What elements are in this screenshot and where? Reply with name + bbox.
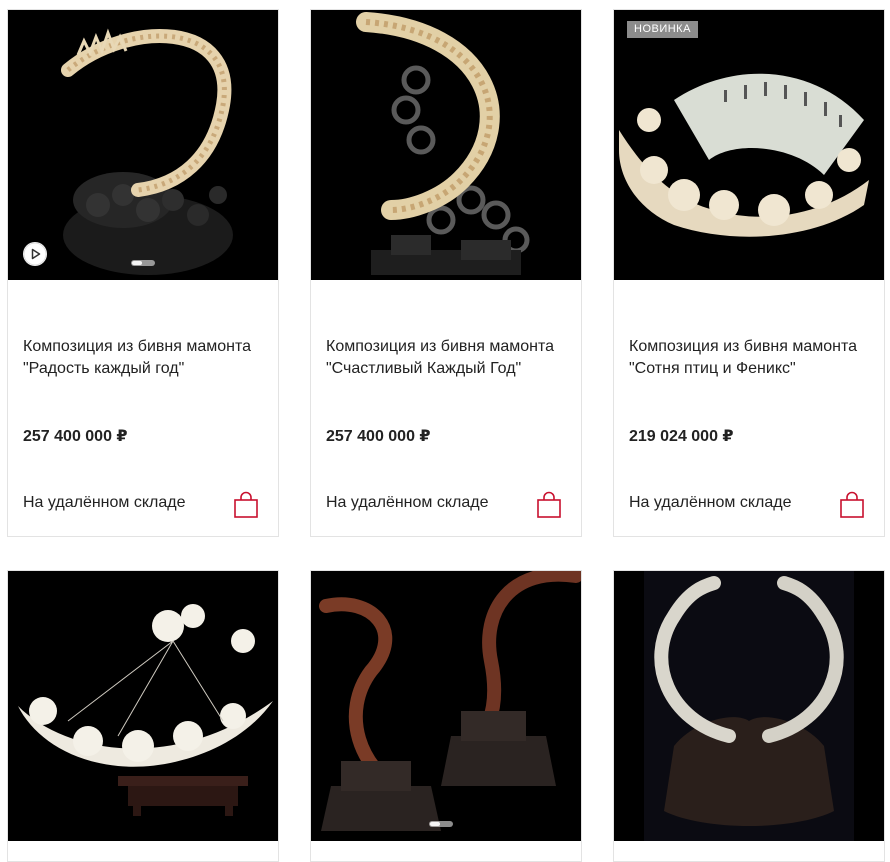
product-photo[interactable] <box>311 571 581 841</box>
product-photo[interactable] <box>311 10 581 280</box>
shopping-bag-icon[interactable] <box>535 491 563 519</box>
product-card[interactable]: Композиция из бивня мамонта "Радость каж… <box>7 9 279 537</box>
product-grid: Композиция из бивня мамонта "Радость каж… <box>0 0 890 862</box>
product-price: 219 024 000 ₽ <box>629 428 734 445</box>
play-icon <box>23 242 47 266</box>
new-badge: НОВИНКА <box>627 21 698 38</box>
shopping-bag-icon[interactable] <box>838 491 866 519</box>
availability-status: На удалённом складе <box>23 494 186 511</box>
image-slider-indicator[interactable] <box>429 821 453 827</box>
product-photo[interactable] <box>8 10 278 280</box>
product-title[interactable]: Композиция из бивня мамонта "Радость каж… <box>23 336 268 380</box>
product-card[interactable] <box>613 570 885 862</box>
product-card[interactable]: НОВИНКА Композиция из бивня мамонта "Сот… <box>613 9 885 537</box>
product-card[interactable]: Композиция из бивня мамонта "Счастливый … <box>310 9 582 537</box>
video-play-button[interactable] <box>23 242 47 266</box>
product-price: 257 400 000 ₽ <box>326 428 431 445</box>
image-slider-indicator[interactable] <box>131 260 155 266</box>
product-card[interactable] <box>7 570 279 862</box>
product-card[interactable] <box>310 570 582 862</box>
product-title[interactable]: Композиция из бивня мамонта "Счастливый … <box>326 336 571 380</box>
product-photo[interactable]: НОВИНКА <box>614 10 884 280</box>
shopping-bag-icon[interactable] <box>232 491 260 519</box>
product-title[interactable]: Композиция из бивня мамонта "Сотня птиц … <box>629 336 874 380</box>
product-photo[interactable] <box>614 571 884 841</box>
availability-status: На удалённом складе <box>629 494 792 511</box>
product-price: 257 400 000 ₽ <box>23 428 128 445</box>
availability-status: На удалённом складе <box>326 494 489 511</box>
product-photo[interactable] <box>8 571 278 841</box>
